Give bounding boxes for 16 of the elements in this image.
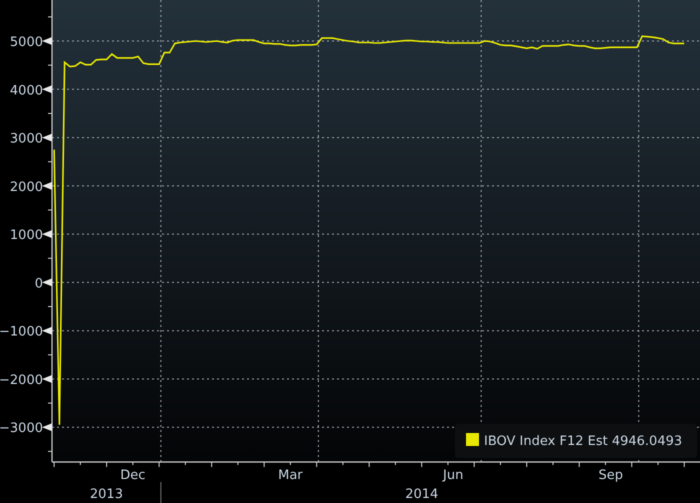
axis-label: Dec [120,468,146,483]
axis-label: −2000 [0,372,43,388]
axis-label: Jun [443,468,464,483]
axis-label: 5000 [10,35,43,50]
axis-label: 2000 [10,180,43,195]
year-label: 2014 [405,487,438,502]
axis-label: 3000 [10,132,43,147]
axis-label: 4000 [10,83,43,98]
axis-label: 0 [34,276,43,292]
axis-label: −3000 [0,421,43,436]
axis-label: 1000 [10,228,43,244]
axis-label: Mar [278,468,303,483]
year-label: 2013 [90,487,123,502]
axis-label: −1000 [0,324,43,340]
legend-label: IBOV Index F12 Est 4946.0493 [484,434,682,449]
axis-label: Sep [598,468,623,483]
